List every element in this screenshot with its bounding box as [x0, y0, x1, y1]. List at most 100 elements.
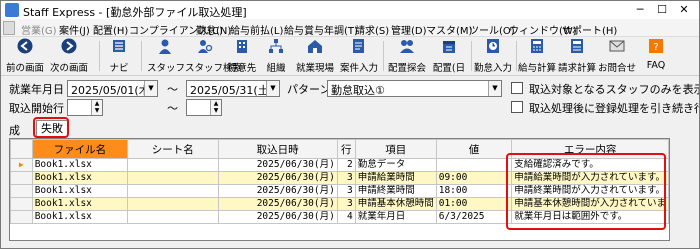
- cell-value[interactable]: 01:00: [435, 197, 513, 211]
- cell-item[interactable]: 申請給業時間: [354, 171, 437, 185]
- svg-text:?: ?: [653, 42, 658, 53]
- window-title: Staff Express - [勤怠外部ファイル取込処理]: [23, 6, 247, 19]
- chevron-down-icon[interactable]: ▼: [144, 81, 157, 96]
- seikyu-calc-button[interactable]: 請求計算: [557, 38, 597, 74]
- cell-row[interactable]: 3: [336, 197, 356, 211]
- cell-value[interactable]: 6/3/2025: [435, 210, 513, 224]
- cell-import-datetime[interactable]: 2025/06/30(月): [217, 158, 338, 172]
- continue-registration-checkbox[interactable]: 取込処理後に登録処理を引き続き行う: [511, 100, 699, 116]
- row-indicator: [10, 210, 33, 224]
- cell-import-datetime[interactable]: 2025/06/30(月): [217, 171, 338, 185]
- cell-file-name[interactable]: Book1.xlsx: [31, 171, 129, 185]
- checkbox-box[interactable]: [511, 82, 523, 94]
- next-screen-button[interactable]: 次の画面: [45, 38, 93, 74]
- staff-button[interactable]: スタッフ: [147, 38, 185, 74]
- inquiry-label: お問合せ: [597, 63, 636, 74]
- only-target-checkbox[interactable]: 取込対象となるスタッフのみを表示する: [511, 81, 699, 97]
- close-icon[interactable]: ✕: [673, 1, 695, 19]
- work-date-label: 就業年月日: [9, 83, 64, 96]
- staff-icon: [159, 39, 171, 54]
- header-value[interactable]: 値: [435, 139, 513, 159]
- chevron-down-icon[interactable]: ▼: [488, 81, 501, 96]
- menu-kintai[interactable]: 勤怠(N): [196, 22, 231, 37]
- cell-item[interactable]: 就業年月日: [354, 210, 437, 224]
- case-input-button[interactable]: 案件入力: [339, 38, 379, 74]
- kyuyo-calc-button[interactable]: 給与計算: [517, 38, 557, 74]
- cell-row[interactable]: 3: [336, 184, 356, 198]
- navi-button[interactable]: ナビ: [105, 38, 133, 74]
- date-from-picker[interactable]: 2025/05/01(木) ▼: [67, 80, 158, 97]
- start-row-label: 取込開始行: [9, 102, 64, 115]
- menu-anken[interactable]: 案件(J): [59, 22, 90, 37]
- site-button[interactable]: 就業現場: [295, 38, 335, 74]
- cell-sheet-name[interactable]: [127, 158, 219, 172]
- cell-row[interactable]: 4: [336, 210, 356, 224]
- haichi-day-button[interactable]: 配置(日: [429, 38, 469, 74]
- cell-sheet-name[interactable]: [127, 197, 219, 211]
- cell-row[interactable]: 2: [336, 158, 356, 172]
- app-icon: [5, 3, 19, 17]
- start-row-from-spinner[interactable]: ▲ ▼: [67, 99, 103, 116]
- date-to-picker[interactable]: 2025/05/31(土) ▼: [186, 80, 280, 97]
- maximize-icon[interactable]: ☐: [651, 1, 673, 19]
- menu-kyuyo-maebarai[interactable]: 給与前払(L): [230, 22, 283, 37]
- spinner-arrows-icon[interactable]: ▲ ▼: [91, 100, 102, 115]
- start-row-to-spinner[interactable]: ▲ ▼: [186, 99, 222, 116]
- menu-support[interactable]: サポート(H): [562, 22, 617, 37]
- cell-file-name[interactable]: Book1.xlsx: [31, 197, 129, 211]
- menu-haichi[interactable]: 配置(H): [93, 22, 128, 37]
- highlight-error-column: [506, 153, 666, 230]
- kyuyo-calc-label: 給与計算: [517, 63, 556, 74]
- cell-sheet-name[interactable]: [127, 210, 219, 224]
- toolbar: 前の画面 次の画面 ナビ スタッフ スタッフ検索 得意先 組織 就業現場 案件入…: [1, 37, 699, 76]
- org-button[interactable]: 組織: [263, 38, 289, 74]
- minimize-icon[interactable]: ─: [629, 1, 651, 19]
- faq-button[interactable]: ? FAQ: [641, 38, 671, 71]
- right-scrollbar[interactable]: [685, 117, 699, 241]
- header-file-name[interactable]: ファイル名: [31, 139, 129, 159]
- client-button[interactable]: 得意先: [227, 38, 257, 74]
- app-window: Staff Express - [勤怠外部ファイル取込処理] ─ ☐ ✕ 営業(…: [0, 0, 700, 249]
- menu-kyuyo-shoyo[interactable]: 給与賞与年調(T): [284, 22, 358, 37]
- spinner-arrows-icon[interactable]: ▲ ▼: [210, 100, 221, 115]
- menu-seikyu[interactable]: 請求(S): [355, 22, 389, 37]
- menu-tools[interactable]: ツール(O): [469, 22, 515, 37]
- cell-import-datetime[interactable]: 2025/06/30(月): [217, 184, 338, 198]
- prev-screen-button[interactable]: 前の画面: [5, 38, 45, 74]
- header-row[interactable]: 行: [336, 139, 356, 159]
- cell-value[interactable]: [435, 158, 513, 172]
- cell-file-name[interactable]: Book1.xlsx: [31, 184, 129, 198]
- header-item[interactable]: 項目: [354, 139, 437, 159]
- kintai-input-button[interactable]: 勤怠入力: [473, 38, 513, 74]
- cell-file-name[interactable]: Book1.xlsx: [31, 158, 129, 172]
- staff-search-button[interactable]: スタッフ検索: [185, 38, 242, 74]
- cell-value[interactable]: 09:00: [435, 171, 513, 185]
- site-label: 就業現場: [295, 63, 334, 74]
- cell-value[interactable]: 18:00: [435, 184, 513, 198]
- cell-sheet-name[interactable]: [127, 171, 219, 185]
- navi-icon: [113, 40, 125, 52]
- cell-item[interactable]: 申請終業時間: [354, 184, 437, 198]
- pattern-select[interactable]: 勤怠取込① ▼: [327, 80, 502, 97]
- inquiry-button[interactable]: お問合せ: [597, 38, 637, 74]
- cell-import-datetime[interactable]: 2025/06/30(月): [217, 197, 338, 211]
- cell-import-datetime[interactable]: 2025/06/30(月): [217, 210, 338, 224]
- back-arrow-icon: [17, 38, 33, 54]
- seikyu-calc-icon: [571, 39, 583, 53]
- header-import-datetime[interactable]: 取込日時: [217, 139, 338, 159]
- range-tilde: ～: [167, 83, 178, 96]
- cell-item[interactable]: 勤怠データ: [354, 158, 437, 172]
- menu-master[interactable]: マスタ(M): [426, 22, 472, 37]
- menu-kanri[interactable]: 管理(D): [391, 22, 427, 37]
- cell-row[interactable]: 3: [336, 171, 356, 185]
- haichi-search-button[interactable]: 配置探会: [387, 38, 427, 74]
- seikyu-calc-label: 請求計算: [557, 63, 596, 74]
- menu-eigyo[interactable]: 営業(G): [21, 22, 57, 37]
- haichi-search-icon: [400, 40, 414, 53]
- cell-sheet-name[interactable]: [127, 184, 219, 198]
- cell-item[interactable]: 申請基本休憩時間: [354, 197, 437, 211]
- header-sheet-name[interactable]: シート名: [127, 139, 219, 159]
- chevron-down-icon[interactable]: ▼: [266, 81, 279, 96]
- cell-file-name[interactable]: Book1.xlsx: [31, 210, 129, 224]
- checkbox-box[interactable]: [511, 101, 523, 113]
